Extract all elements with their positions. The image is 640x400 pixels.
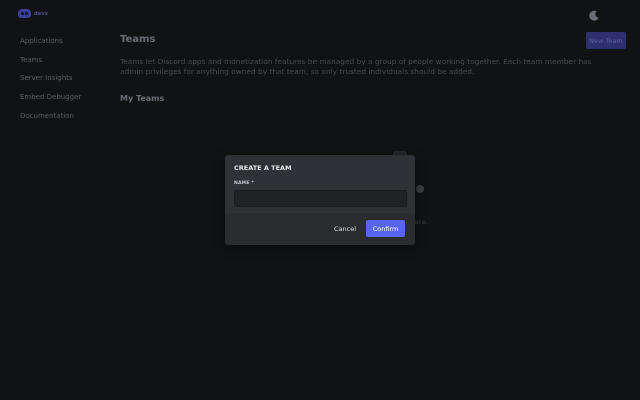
theme-toggle-button[interactable] [588, 7, 600, 21]
logo[interactable]: devs [18, 9, 48, 18]
sidebar-item-server-insights[interactable]: Server Insights [20, 73, 110, 92]
main-content: Teams Teams let Discord apps and monetiz… [120, 34, 622, 103]
sidebar-item-applications[interactable]: Applications [20, 36, 110, 55]
modal-title: CREATE A TEAM [234, 164, 292, 172]
sidebar: Applications Teams Server Insights Embed… [20, 36, 110, 129]
sidebar-item-documentation[interactable]: Documentation [20, 111, 110, 130]
team-name-input[interactable] [234, 190, 407, 207]
moon-icon [589, 10, 599, 21]
page-description: Teams let Discord apps and monetization … [120, 57, 592, 76]
discord-logo-icon [18, 9, 31, 18]
name-field-label: NAME * [234, 181, 254, 186]
cancel-button[interactable]: Cancel [334, 222, 356, 235]
section-title-my-teams: My Teams [120, 94, 165, 103]
modal-footer: Cancel Confirm [225, 213, 415, 245]
logo-text: devs [34, 10, 49, 17]
create-team-modal: CREATE A TEAM NAME * Cancel Confirm [225, 155, 415, 245]
background-dot [416, 185, 424, 193]
new-team-button[interactable]: New Team [586, 32, 626, 49]
sidebar-item-teams[interactable]: Teams [20, 55, 110, 74]
sidebar-item-embed-debugger[interactable]: Embed Debugger [20, 92, 110, 111]
confirm-button[interactable]: Confirm [366, 220, 405, 237]
page-title: Teams [120, 34, 156, 45]
